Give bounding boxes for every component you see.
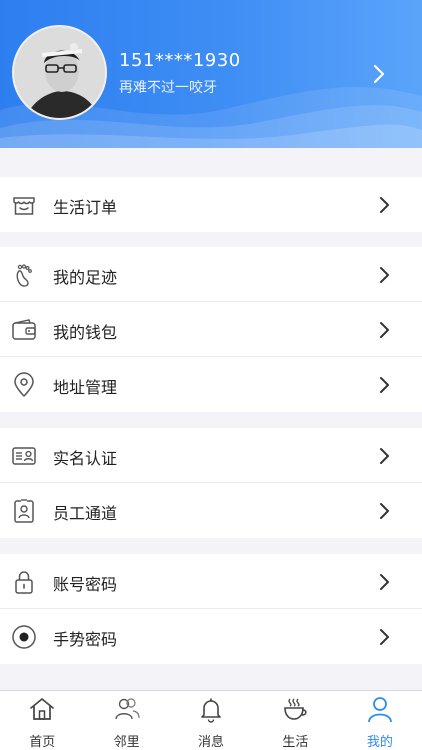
- chevron-right-icon: [380, 574, 389, 590]
- menu-item-label: 地址管理: [53, 378, 118, 397]
- tab-home[interactable]: 首页: [0, 691, 84, 750]
- chevron-right-icon: [380, 377, 389, 393]
- menu-item-address[interactable]: 地址管理: [0, 357, 422, 412]
- tab-neighbors[interactable]: 邻里: [84, 691, 168, 750]
- avatar-portrait-icon: [14, 27, 105, 118]
- menu-item-gesture-password[interactable]: 手势密码: [0, 609, 422, 664]
- id-card-icon: [12, 447, 36, 465]
- chevron-right-icon[interactable]: [372, 64, 386, 84]
- wallet-icon: [12, 319, 36, 340]
- menu-item-label: 员工通道: [53, 504, 118, 523]
- tab-label: 首页: [29, 735, 56, 750]
- menu-item-label: 账号密码: [53, 575, 118, 594]
- menu-item-employee-channel[interactable]: 员工通道: [0, 483, 422, 538]
- lock-icon: [15, 571, 33, 594]
- home-icon: [30, 698, 55, 720]
- avatar[interactable]: [12, 25, 107, 120]
- menu-group-personal: 我的足迹 我的钱包 地址管理: [0, 247, 422, 412]
- location-pin-icon: [14, 372, 34, 397]
- menu-item-label: 我的钱包: [53, 323, 118, 342]
- tab-label: 邻里: [113, 735, 140, 750]
- tab-life[interactable]: 生活: [253, 691, 337, 750]
- profile-header[interactable]: 151****1930 再难不过一咬牙: [0, 0, 422, 148]
- menu-item-label: 我的足迹: [53, 268, 118, 287]
- shop-icon: [13, 197, 35, 215]
- user-phone: 151****1930: [119, 50, 241, 71]
- gesture-icon: [12, 625, 36, 649]
- menu-item-life-orders[interactable]: 生活订单: [0, 177, 422, 232]
- employee-badge-icon: [14, 499, 34, 523]
- chevron-right-icon: [380, 322, 389, 338]
- menu-item-account-password[interactable]: 账号密码: [0, 554, 422, 609]
- tab-label: 生活: [282, 735, 309, 750]
- chevron-right-icon: [380, 448, 389, 464]
- chevron-right-icon: [380, 267, 389, 283]
- menu-group-orders: 生活订单: [0, 177, 422, 232]
- neighbors-icon: [114, 698, 140, 720]
- menu-item-real-name-auth[interactable]: 实名认证: [0, 428, 422, 483]
- tab-label: 我的: [366, 735, 393, 750]
- bottom-tab-bar: 首页 邻里 消息 生活 我的: [0, 690, 422, 750]
- menu-item-label: 生活订单: [53, 198, 118, 217]
- menu-item-label: 实名认证: [53, 449, 118, 468]
- bell-icon: [201, 698, 221, 723]
- chevron-right-icon: [380, 503, 389, 519]
- tab-messages[interactable]: 消息: [169, 691, 253, 750]
- menu-group-verification: 实名认证 员工通道: [0, 428, 422, 538]
- menu-item-label: 手势密码: [53, 630, 118, 649]
- user-bio: 再难不过一咬牙: [119, 80, 217, 96]
- chevron-right-icon: [380, 197, 389, 213]
- coffee-cup-icon: [284, 698, 308, 720]
- menu-item-footprints[interactable]: 我的足迹: [0, 247, 422, 302]
- menu-item-wallet[interactable]: 我的钱包: [0, 302, 422, 357]
- user-icon: [367, 697, 392, 723]
- tab-mine[interactable]: 我的: [338, 691, 422, 750]
- chevron-right-icon: [380, 629, 389, 645]
- menu-group-security: 账号密码 手势密码: [0, 554, 422, 664]
- footprint-icon: [16, 264, 32, 287]
- tab-label: 消息: [198, 735, 225, 750]
